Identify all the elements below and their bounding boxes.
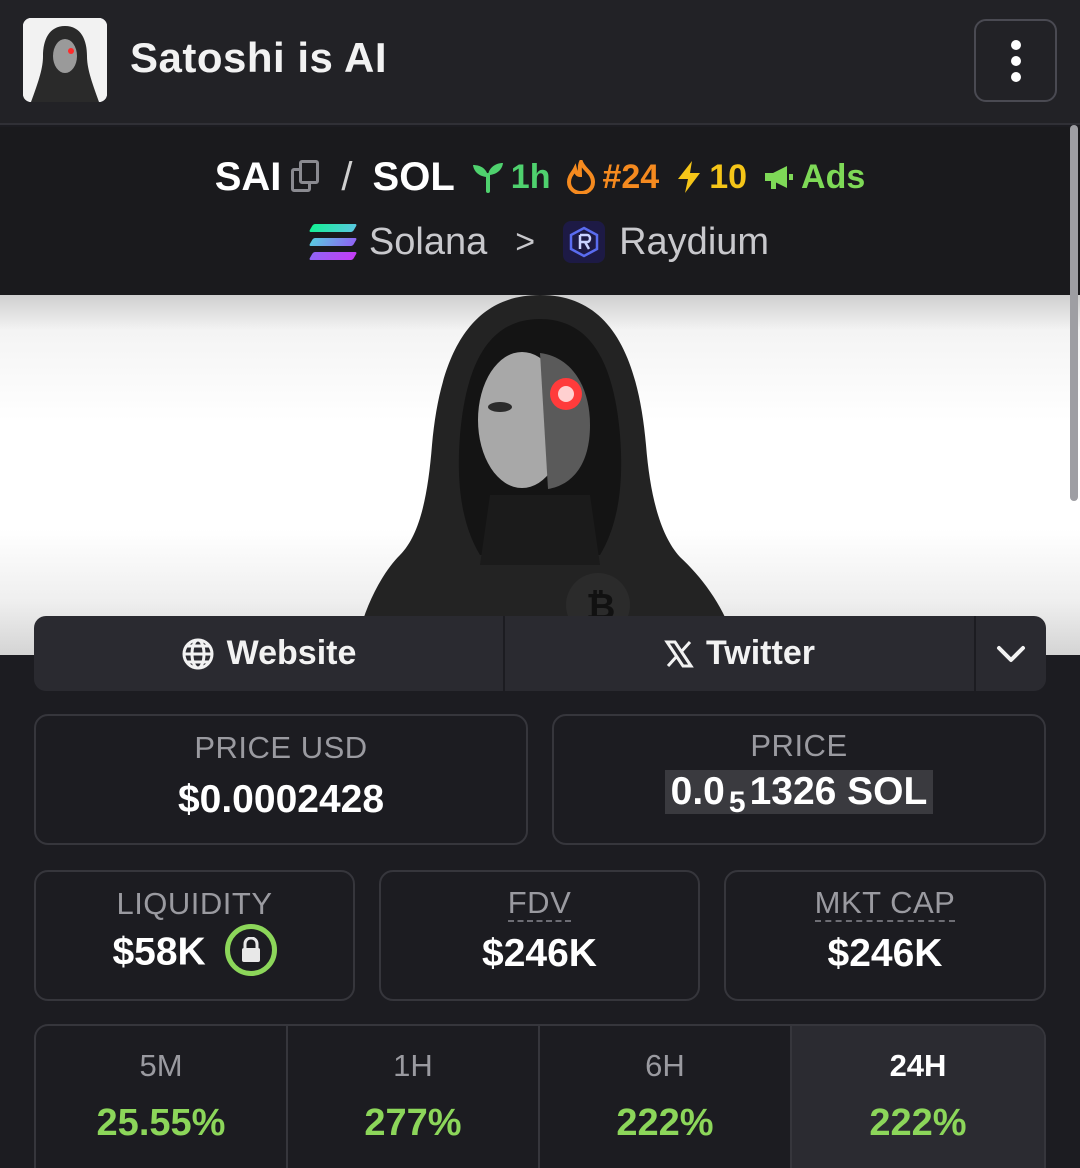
website-label: Website [226, 634, 357, 672]
scrollbar[interactable] [1070, 125, 1078, 501]
website-button[interactable]: Website [34, 616, 505, 691]
pair-separator: / [341, 154, 353, 199]
token-banner-image: ₿ [0, 295, 1080, 655]
price-sol-zero-count: 5 [728, 786, 746, 819]
liquidity-card: LIQUIDITY $58K [34, 870, 355, 1001]
tab-1h[interactable]: 1H 277% [288, 1026, 540, 1168]
mktcap-value: $246K [827, 932, 943, 975]
timeframe-change: 277% [364, 1102, 462, 1144]
breadcrumb-separator: > [515, 222, 536, 261]
x-logo-icon [664, 640, 694, 667]
price-sol-rest: 1326 SOL [749, 770, 928, 813]
fdv-label: FDV [507, 885, 572, 922]
chevron-down-icon [997, 645, 1025, 662]
globe-icon [182, 638, 214, 669]
pair-header: SAI / SOL 1h #24 10 Ads Solana > Raydium [0, 127, 1080, 295]
rank-badge[interactable]: #24 [566, 158, 659, 197]
tab-6h[interactable]: 6H 222% [540, 1026, 792, 1168]
timeframe-label: 5M [139, 1048, 183, 1083]
token-avatar[interactable] [23, 18, 107, 102]
age-badge: 1h [471, 157, 551, 197]
app-header: Satoshi is AI [0, 0, 1080, 125]
timeframe-label: 1H [393, 1048, 433, 1083]
price-sol-value[interactable]: 0.0 5 1326 SOL [664, 770, 934, 819]
timeframe-label: 24H [889, 1048, 947, 1083]
megaphone-icon [765, 166, 794, 189]
price-usd-value: $0.0002428 [177, 778, 385, 821]
timeframe-change: 25.55% [96, 1102, 226, 1144]
seedling-icon [472, 163, 503, 193]
raydium-icon [563, 221, 606, 263]
quote-symbol: SOL [372, 154, 455, 199]
flame-icon [567, 160, 596, 194]
twitter-label: Twitter [706, 634, 815, 672]
pair-row: SAI / SOL 1h #24 10 Ads [0, 149, 1080, 205]
lightning-icon [678, 161, 701, 193]
price-usd-label: PRICE USD [194, 730, 368, 765]
kebab-menu-icon[interactable] [974, 19, 1057, 102]
liquidity-label: LIQUIDITY [116, 886, 273, 921]
boost-count: 10 [709, 157, 748, 196]
price-sol-prefix: 0.0 [670, 770, 725, 813]
ads-label: Ads [801, 157, 866, 196]
mktcap-card[interactable]: MKT CAP $246K [724, 870, 1046, 1001]
timeframe-tabs: 5M 25.55% 1H 277% 6H 222% 24H 222% [34, 1024, 1046, 1168]
twitter-button[interactable]: Twitter [505, 616, 976, 691]
breadcrumb: Solana > Raydium [0, 217, 1080, 267]
rank-label: #24 [602, 157, 660, 196]
mktcap-label: MKT CAP [814, 885, 956, 922]
boost-badge[interactable]: 10 [675, 158, 747, 197]
tab-5m[interactable]: 5M 25.55% [36, 1026, 288, 1168]
more-links-button[interactable] [976, 616, 1046, 691]
timeframe-label: 6H [645, 1048, 685, 1083]
base-symbol: SAI [214, 154, 282, 199]
copy-icon[interactable] [291, 160, 321, 194]
age-label: 1h [510, 157, 551, 196]
price-sol-card: PRICE 0.0 5 1326 SOL [552, 714, 1046, 845]
page-title: Satoshi is AI [130, 34, 388, 81]
fdv-value: $246K [482, 932, 597, 975]
solana-icon [308, 224, 358, 260]
links-bar: Website Twitter [34, 616, 1046, 691]
lock-icon[interactable] [224, 924, 277, 976]
liquidity-value: $58K [112, 930, 206, 974]
dex-link[interactable]: Raydium [619, 221, 769, 264]
price-sol-label: PRICE [750, 728, 848, 763]
price-usd-card: PRICE USD $0.0002428 [34, 714, 528, 845]
fdv-card[interactable]: FDV $246K [379, 870, 700, 1001]
timeframe-change: 222% [869, 1102, 967, 1144]
tab-24h[interactable]: 24H 222% [792, 1026, 1044, 1168]
ads-badge[interactable]: Ads [763, 158, 865, 197]
timeframe-change: 222% [616, 1102, 714, 1144]
chain-link[interactable]: Solana [369, 221, 487, 264]
